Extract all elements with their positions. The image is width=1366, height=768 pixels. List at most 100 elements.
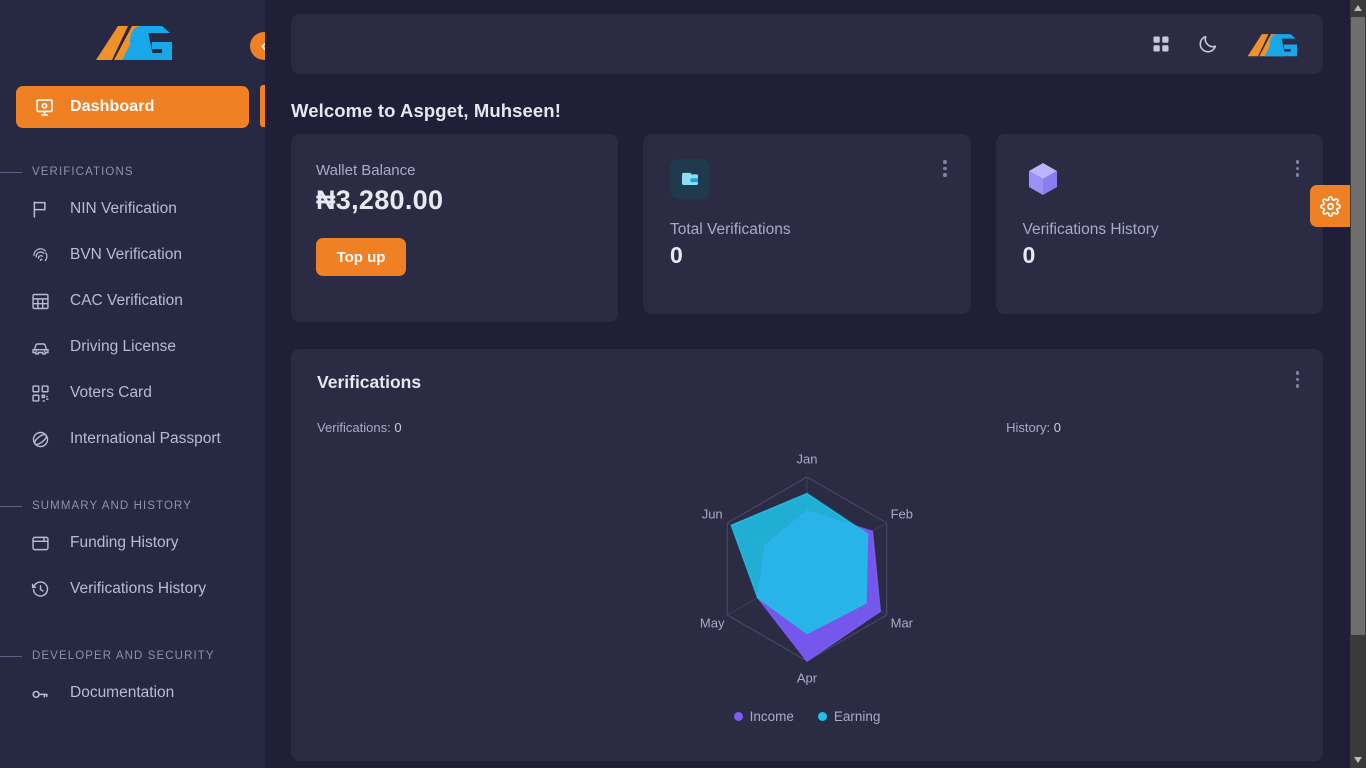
sidebar-item-label: BVN Verification — [70, 246, 182, 264]
settings-tab-button[interactable] — [1310, 185, 1350, 227]
legend-item-income[interactable]: Income — [734, 709, 794, 724]
section-dash — [0, 506, 22, 507]
verifications-count: Verifications: 0 — [317, 420, 402, 435]
radar-axis-label: Apr — [797, 670, 818, 685]
sidebar-item-nin-verification[interactable]: NIN Verification — [0, 186, 265, 232]
radar-chart: Jan Feb Mar Apr May Jun — [317, 437, 1297, 707]
sidebar-logo[interactable] — [0, 0, 265, 84]
section-dash — [0, 656, 22, 657]
wallet-icon — [670, 159, 710, 199]
radar-axis-label: Mar — [891, 616, 914, 631]
radar-axis-label: May — [700, 616, 725, 631]
page-title: Welcome to Aspget, Muhseen! — [291, 100, 1323, 122]
gear-icon — [1320, 196, 1341, 217]
wallet-balance-amount: ₦3,280.00 — [316, 185, 594, 216]
sidebar-item-label: CAC Verification — [70, 292, 183, 310]
theme-toggle-button[interactable] — [1197, 33, 1219, 55]
wallet-card-icon — [30, 533, 51, 554]
sidebar-item-voters-card[interactable]: Voters Card — [0, 370, 265, 416]
section-title: SUMMARY AND HISTORY — [32, 500, 192, 512]
section-title: VERIFICATIONS — [32, 166, 134, 178]
grid-apps-icon[interactable] — [1151, 34, 1171, 54]
flag-icon — [30, 199, 51, 220]
section-dash — [0, 172, 22, 173]
clock-history-icon — [30, 579, 51, 600]
scrollbar-up-arrow[interactable] — [1350, 0, 1366, 16]
topbar — [291, 14, 1323, 74]
chart-legend: Income Earning — [317, 709, 1297, 724]
summary-cards-row: Wallet Balance ₦3,280.00 Top up Total Ve… — [291, 134, 1323, 322]
key-icon — [30, 683, 51, 704]
chevron-up-icon — [1354, 5, 1362, 11]
total-verifications-card: Total Verifications 0 — [643, 134, 971, 314]
page-scrollbar[interactable] — [1350, 0, 1366, 768]
legend-dot-income — [734, 712, 743, 721]
sidebar-item-label: Voters Card — [70, 384, 152, 402]
sidebar-item-cac-verification[interactable]: CAC Verification — [0, 278, 265, 324]
verifications-panel: Verifications Verifications: 0 History: … — [291, 349, 1323, 761]
more-options-icon[interactable] — [1296, 371, 1300, 388]
sidebar-item-label: Documentation — [70, 684, 174, 702]
legend-label: Earning — [834, 709, 881, 724]
verifications-history-card: Verifications History 0 — [996, 134, 1324, 314]
sidebar-section-developer-and-security: DEVELOPER AND SECURITY — [0, 650, 265, 662]
sidebar-item-label: International Passport — [70, 430, 221, 448]
legend-item-earning[interactable]: Earning — [818, 709, 881, 724]
sidebar-item-documentation[interactable]: Documentation — [0, 670, 265, 716]
radar-chart-svg: Jan Feb Mar Apr May Jun — [597, 437, 1017, 707]
radar-series-earning — [731, 494, 867, 634]
legend-dot-earning — [818, 712, 827, 721]
sidebar-item-verifications-history[interactable]: Verifications History — [0, 566, 265, 612]
wallet-balance-card: Wallet Balance ₦3,280.00 Top up — [291, 134, 618, 322]
sidebar-item-dashboard[interactable]: Dashboard — [16, 86, 249, 128]
history-count: History: 0 — [1006, 420, 1061, 435]
ag-logo-icon — [92, 20, 178, 64]
more-options-icon[interactable] — [1296, 160, 1300, 177]
card-label: Total Verifications — [670, 221, 949, 239]
radar-axis-label: Jan — [797, 452, 818, 467]
sidebar-item-bvn-verification[interactable]: BVN Verification — [0, 232, 265, 278]
moon-icon — [1197, 33, 1219, 55]
sidebar-item-label: NIN Verification — [70, 200, 177, 218]
grid-apps-glyph — [1151, 34, 1171, 54]
sidebar-item-funding-history[interactable]: Funding History — [0, 520, 265, 566]
history-count-label: History: — [1006, 420, 1050, 435]
top-up-button[interactable]: Top up — [316, 238, 406, 276]
sidebar-section-verifications: VERIFICATIONS — [0, 166, 265, 178]
cube-icon — [1023, 159, 1063, 199]
car-icon — [30, 337, 51, 358]
card-value: 0 — [670, 242, 949, 269]
qr-code-icon — [30, 383, 51, 404]
more-options-icon[interactable] — [943, 160, 947, 177]
card-label: Verifications History — [1023, 221, 1302, 239]
app-root: Dashboard VERIFICATIONS NIN Verification… — [0, 0, 1366, 768]
wallet-balance-label: Wallet Balance — [316, 162, 594, 179]
sidebar-item-label: Funding History — [70, 534, 179, 552]
monitor-icon — [34, 97, 55, 118]
panel-stats: Verifications: 0 History: 0 — [317, 420, 1297, 435]
verifications-count-label: Verifications: — [317, 420, 391, 435]
panel-title: Verifications — [317, 372, 1297, 393]
sidebar-item-driving-license[interactable]: Driving License — [0, 324, 265, 370]
sidebar-item-label: Dashboard — [70, 98, 154, 116]
cube-glyph — [1023, 159, 1063, 199]
radar-axis-label: Jun — [702, 506, 723, 521]
chevron-down-icon — [1354, 757, 1362, 763]
scrollbar-thumb[interactable] — [1351, 17, 1365, 635]
section-title: DEVELOPER AND SECURITY — [32, 650, 215, 662]
sidebar-item-international-passport[interactable]: International Passport — [0, 416, 265, 462]
radar-axis-label: Feb — [891, 506, 913, 521]
topbar-logo[interactable] — [1245, 30, 1301, 59]
sidebar: Dashboard VERIFICATIONS NIN Verification… — [0, 0, 265, 768]
sidebar-item-label: Driving License — [70, 338, 176, 356]
card-value: 0 — [1023, 242, 1302, 269]
globe-icon — [30, 429, 51, 450]
scrollbar-down-arrow[interactable] — [1350, 752, 1366, 768]
main-content: Welcome to Aspget, Muhseen! Wallet Balan… — [265, 0, 1366, 768]
sidebar-item-label: Verifications History — [70, 580, 206, 598]
history-count-value: 0 — [1054, 420, 1061, 435]
ag-logo-icon — [1245, 30, 1301, 59]
sidebar-section-summary-and-history: SUMMARY AND HISTORY — [0, 500, 265, 512]
wallet-glyph — [678, 167, 702, 191]
legend-label: Income — [750, 709, 794, 724]
